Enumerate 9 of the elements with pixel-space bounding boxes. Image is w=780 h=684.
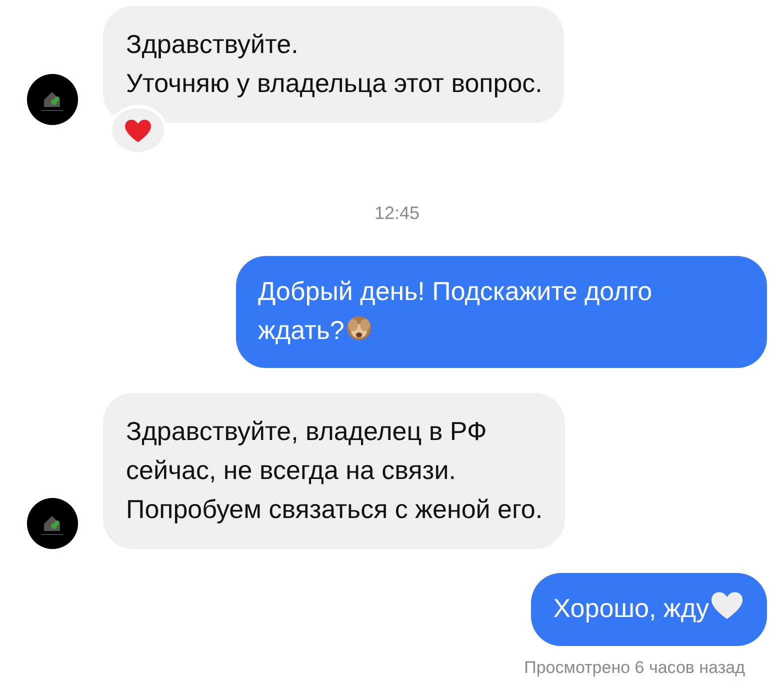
avatar (27, 74, 78, 125)
heart-icon (709, 589, 745, 621)
message-bubble: Здравствуйте. Уточняю у владельца этот вопрос. (103, 6, 564, 123)
message-bubble: Здравствуйте, владелец в РФ сейчас, не всегда на связи. Попробуем связаться с женой его. (103, 393, 565, 549)
avatar (27, 498, 78, 549)
timestamp: 12:45 (374, 203, 420, 224)
message-bubble: Добрый день! Подскажите долго ждать? (236, 256, 767, 368)
seen-status: Просмотрено 6 часов назад (524, 658, 745, 678)
message-bubble: Хорошо, жду (531, 573, 767, 646)
